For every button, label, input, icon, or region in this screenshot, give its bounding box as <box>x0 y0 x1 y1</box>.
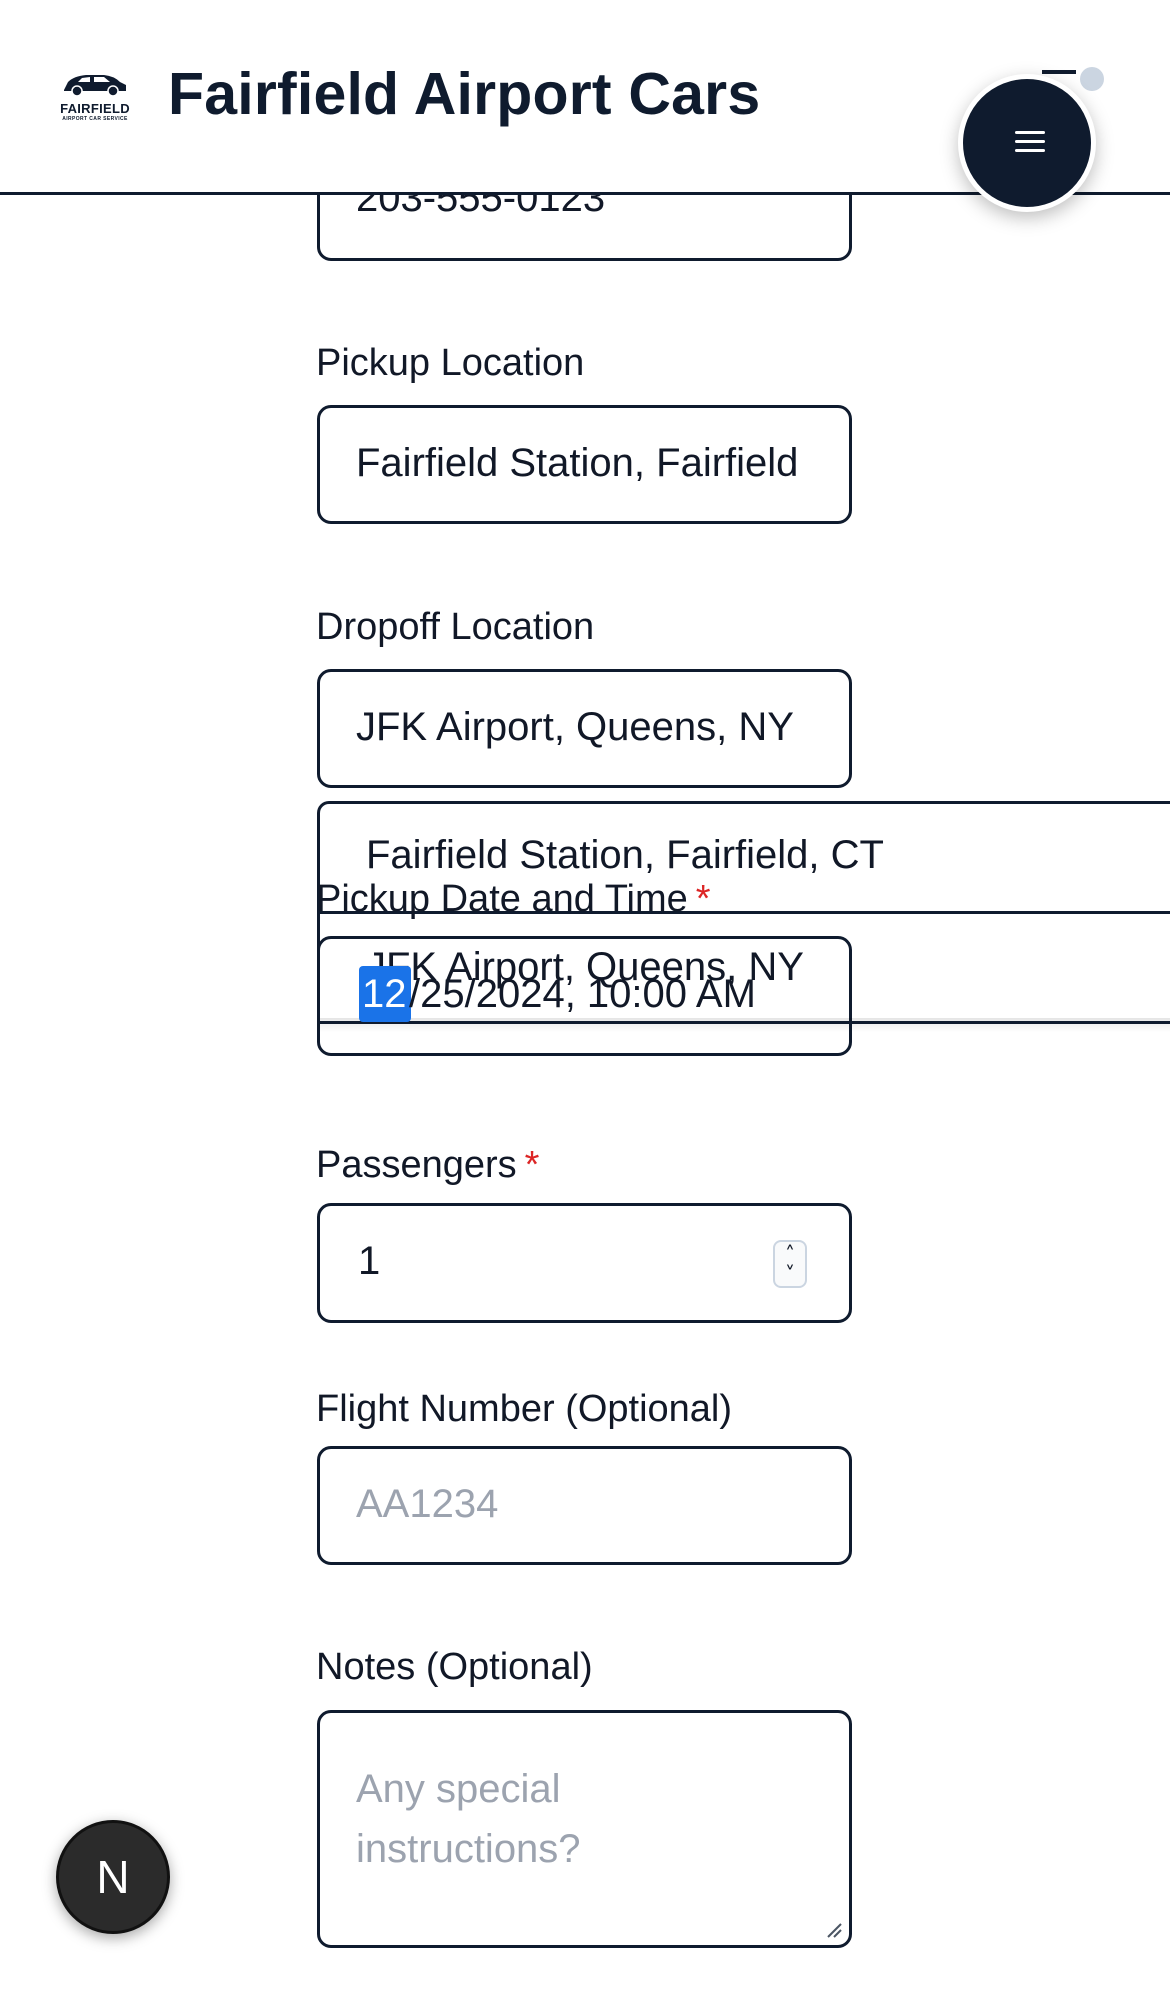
menu-icon <box>1015 131 1045 134</box>
pickup-location-label: Pickup Location <box>316 342 585 384</box>
flight-number-input[interactable]: AA1234 <box>317 1446 852 1565</box>
logo-wordmark: FAIRFIELD <box>60 101 130 116</box>
car-icon <box>64 75 126 97</box>
menu-button[interactable] <box>958 74 1096 212</box>
nav-toggle-bar[interactable] <box>1042 70 1076 74</box>
chevron-down-icon[interactable]: ˅ <box>775 1264 805 1284</box>
chevron-up-icon[interactable]: ˄ <box>775 1244 805 1264</box>
dev-tools-badge[interactable]: N <box>56 1820 170 1934</box>
logo-tagline: AIRPORT CAR SERVICE <box>62 116 128 122</box>
pickup-datetime-label: Pickup Date and Time * <box>316 878 711 921</box>
page: FAIRFIELD AIRPORT CAR SERVICE Fairfield … <box>0 0 1170 1992</box>
passengers-label-text: Passengers <box>316 1144 517 1186</box>
dropoff-location-input[interactable]: JFK Airport, Queens, NY <box>317 669 852 788</box>
flight-number-placeholder: AA1234 <box>356 1482 499 1526</box>
brand-logo[interactable]: FAIRFIELD AIRPORT CAR SERVICE <box>54 68 136 124</box>
suggestion-label: Fairfield Station, Fairfield, CT <box>366 833 884 877</box>
pickup-datetime-label-text: Pickup Date and Time <box>316 878 688 920</box>
number-stepper[interactable]: ˄ ˅ <box>773 1240 807 1288</box>
dropoff-location-value: JFK Airport, Queens, NY <box>356 705 794 749</box>
flight-number-label: Flight Number (Optional) <box>316 1388 733 1430</box>
month-segment-value: 12 <box>362 972 407 1016</box>
pickup-location-input[interactable]: Fairfield Station, Fairfield <box>317 405 852 524</box>
resize-handle-icon[interactable] <box>825 1921 843 1939</box>
passengers-input[interactable]: 1 ˄ ˅ <box>317 1203 852 1323</box>
status-dot <box>1080 67 1104 91</box>
badge-letter: N <box>96 1851 130 1903</box>
required-marker: * <box>524 1144 540 1186</box>
required-marker: * <box>695 878 711 920</box>
notes-label: Notes (Optional) <box>316 1646 593 1688</box>
passengers-value: 1 <box>358 1239 381 1283</box>
notes-placeholder: Any special instructions? <box>356 1767 581 1871</box>
pickup-location-value: Fairfield Station, Fairfield <box>356 441 799 485</box>
notes-textarea[interactable]: Any special instructions? <box>317 1710 852 1948</box>
site-title[interactable]: Fairfield Airport Cars <box>168 60 760 128</box>
datetime-value: /25/2024, 10:00 AM <box>409 972 756 1016</box>
dropoff-location-label: Dropoff Location <box>316 606 595 648</box>
passengers-label: Passengers * <box>316 1144 539 1187</box>
